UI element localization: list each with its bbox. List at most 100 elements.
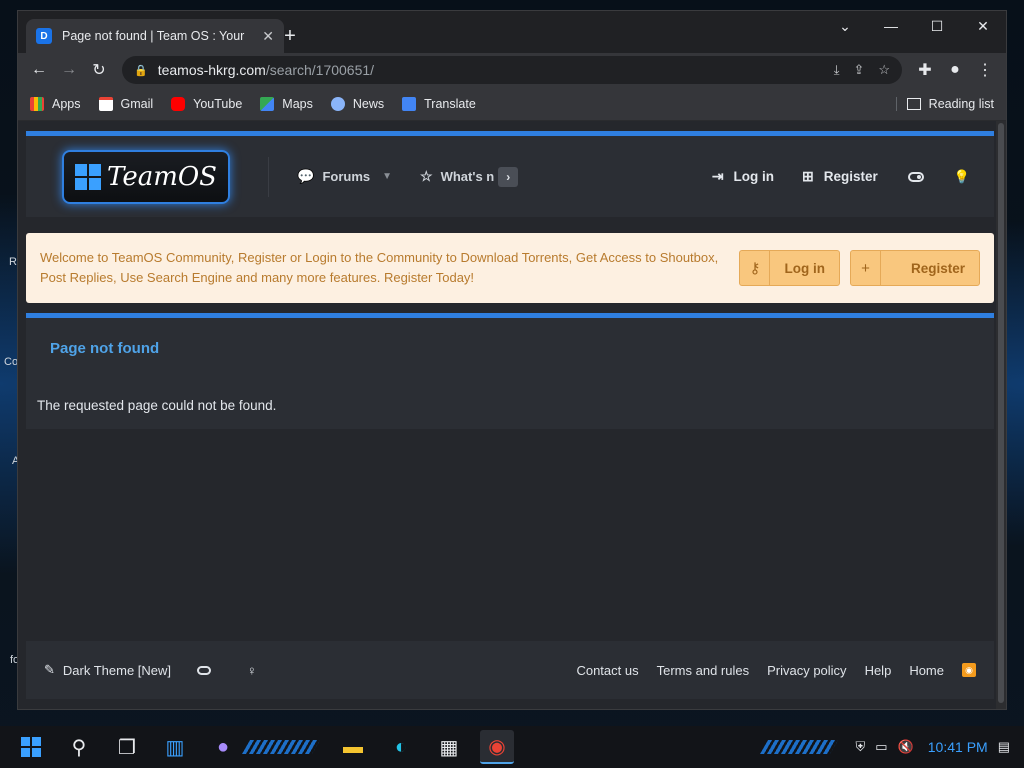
- forums-chat-icon: 💬: [297, 168, 315, 184]
- footer-link-contact[interactable]: Contact us: [576, 663, 638, 678]
- title-bar: D Page not found | Team OS : Your ✕ + ⌄ …: [18, 11, 1006, 53]
- reload-button[interactable]: ↻: [84, 56, 114, 84]
- footer-theme-toggle-icon[interactable]: [197, 665, 212, 675]
- nav-label: What's n: [440, 169, 495, 184]
- paintbrush-icon: ✎: [44, 662, 55, 677]
- register-plus-icon: ⊞: [802, 168, 814, 184]
- forward-button[interactable]: →: [54, 56, 84, 84]
- maximize-button[interactable]: ☐: [914, 11, 960, 41]
- error-block: Page not found The requested page could …: [26, 313, 994, 429]
- bookmark-label: Translate: [424, 96, 476, 111]
- bookmark-apps[interactable]: Apps: [30, 96, 81, 111]
- profile-icon[interactable]: ●: [940, 56, 970, 84]
- bookmark-gmail[interactable]: Gmail: [98, 96, 153, 111]
- browser-tab[interactable]: D Page not found | Team OS : Your ✕: [26, 19, 284, 53]
- taskbar: ⚲ ❐ ▥ ● ▬ ◐ ▦ ◉ ⛨ ▭ 🔇 10:41 PM ▤: [0, 726, 1024, 768]
- task-view-icon[interactable]: ❐: [110, 730, 144, 764]
- store-icon[interactable]: ▦: [432, 730, 466, 764]
- browser-window: D Page not found | Team OS : Your ✕ + ⌄ …: [17, 10, 1007, 710]
- theme-label: Dark Theme [New]: [62, 662, 172, 678]
- header-login-link[interactable]: ⇥ Log in: [712, 168, 774, 185]
- theme-chooser-link[interactable]: ✎ Dark Theme [New]: [44, 662, 171, 678]
- lock-icon[interactable]: 🔒: [134, 64, 148, 77]
- bookmark-label: News: [352, 96, 385, 111]
- translate-icon: [402, 96, 417, 111]
- nav-whats-new[interactable]: ☆ What's n ›: [420, 166, 519, 187]
- extensions-icon[interactable]: ✚: [910, 56, 940, 84]
- close-tab-icon[interactable]: ✕: [262, 28, 274, 45]
- start-button[interactable]: [14, 730, 48, 764]
- login-label: Log in: [733, 169, 775, 184]
- scrollbar-thumb[interactable]: [998, 123, 1004, 703]
- tab-search-icon[interactable]: ⌄: [822, 11, 868, 41]
- chrome-icon[interactable]: ◉: [480, 730, 514, 764]
- maps-icon: [260, 96, 275, 111]
- bookmark-translate[interactable]: Translate: [402, 96, 476, 111]
- bookmark-label: Maps: [282, 96, 313, 111]
- notifications-icon[interactable]: ▤: [998, 739, 1010, 755]
- footer-link-help[interactable]: Help: [865, 663, 892, 678]
- notice-register-label: Register: [910, 260, 965, 276]
- share-icon[interactable]: ⇪: [853, 62, 864, 78]
- bookmark-news[interactable]: News: [330, 96, 385, 111]
- bookmark-star-icon[interactable]: ☆: [878, 62, 890, 78]
- widgets-icon[interactable]: ▥: [158, 730, 192, 764]
- install-icon[interactable]: ⤓: [834, 62, 840, 78]
- close-window-button[interactable]: ✕: [960, 11, 1006, 41]
- plus-icon: +: [851, 251, 881, 285]
- network-icon[interactable]: ▭: [875, 739, 887, 755]
- rss-icon[interactable]: ◉: [962, 663, 976, 677]
- lightbulb-icon[interactable]: 💡: [954, 169, 970, 185]
- nav-scroll-right-icon[interactable]: ›: [498, 166, 519, 187]
- key-icon: ⚷: [740, 251, 771, 285]
- youtube-icon: [171, 96, 186, 111]
- bookmarks-bar: Apps Gmail YouTube Maps News Translate R…: [18, 87, 1006, 121]
- nav-forums[interactable]: 💬 Forums ▼: [297, 168, 392, 185]
- windows-start-icon: [21, 737, 41, 757]
- bookmark-label: Apps: [52, 96, 81, 111]
- footer-link-terms[interactable]: Terms and rules: [657, 663, 749, 678]
- taskbar-decoration: [759, 740, 839, 754]
- footer-lightbulb-icon[interactable]: ♀: [247, 663, 257, 678]
- error-message: The requested page could not be found.: [37, 398, 277, 413]
- search-icon[interactable]: ⚲: [62, 730, 96, 764]
- clock[interactable]: 10:41 PM: [928, 739, 988, 755]
- edge-icon[interactable]: ◐: [384, 730, 418, 764]
- security-shield-icon[interactable]: ⛨: [856, 739, 866, 755]
- notice-text: Welcome to TeamOS Community, Register or…: [40, 250, 719, 285]
- new-tab-button[interactable]: +: [278, 25, 302, 48]
- menu-icon[interactable]: ⋮: [970, 56, 1000, 84]
- window-controls: ⌄ — ☐ ✕: [822, 11, 1006, 41]
- bookmark-maps[interactable]: Maps: [260, 96, 313, 111]
- page-scrollbar[interactable]: [996, 121, 1006, 709]
- header-divider: [268, 156, 269, 197]
- welcome-notice: Welcome to TeamOS Community, Register or…: [26, 233, 994, 303]
- gmail-icon: [98, 96, 113, 111]
- bookmark-label: YouTube: [193, 96, 243, 111]
- reading-list-button[interactable]: Reading list: [895, 96, 994, 111]
- theme-toggle-icon[interactable]: [907, 171, 924, 182]
- caret-down-icon[interactable]: ▼: [382, 171, 392, 182]
- notice-login-button[interactable]: ⚷ Log in: [739, 250, 840, 286]
- notice-login-label: Log in: [784, 260, 825, 276]
- address-bar[interactable]: 🔒 teamos-hkrg.com/search/1700651/ ⤓ ⇪ ☆: [122, 56, 902, 84]
- tab-title: Page not found | Team OS : Your: [62, 29, 245, 43]
- header-register-link[interactable]: ⊞ Register: [802, 168, 878, 185]
- register-label: Register: [823, 169, 878, 184]
- url-host: teamos-hkrg.com: [157, 62, 266, 78]
- footer-link-privacy[interactable]: Privacy policy: [767, 663, 846, 678]
- login-arrow-icon: ⇥: [711, 168, 724, 184]
- page-title: Page not found: [50, 340, 160, 357]
- logo-text: TeamOS: [107, 161, 217, 192]
- back-button[interactable]: ←: [24, 56, 54, 84]
- file-explorer-icon[interactable]: ▬: [336, 730, 370, 764]
- header-user-area: ⇥ Log in ⊞ Register 💡: [684, 168, 970, 185]
- bookmark-youtube[interactable]: YouTube: [171, 96, 243, 111]
- minimize-button[interactable]: —: [868, 11, 914, 41]
- footer-link-home[interactable]: Home: [909, 663, 944, 678]
- volume-muted-icon[interactable]: 🔇: [898, 739, 914, 755]
- notice-register-button[interactable]: + Register: [849, 250, 980, 286]
- teams-chat-icon[interactable]: ●: [206, 730, 240, 764]
- nav-label: Forums: [322, 169, 371, 184]
- site-logo[interactable]: TeamOS: [62, 149, 230, 204]
